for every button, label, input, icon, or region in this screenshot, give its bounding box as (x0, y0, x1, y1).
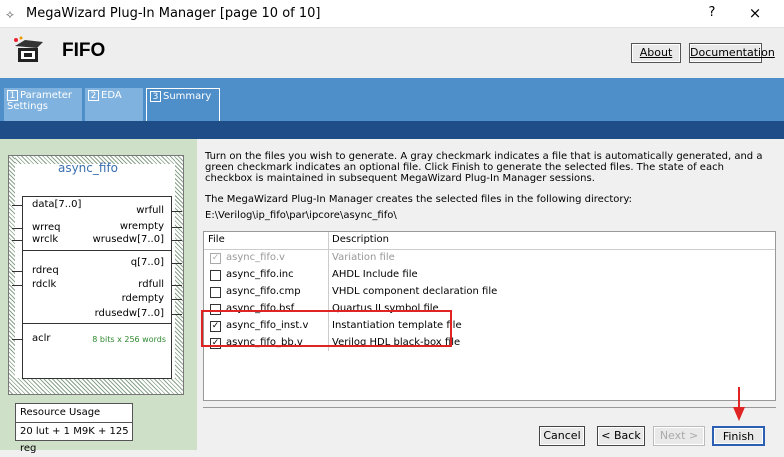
input-pin (12, 271, 22, 272)
output-pin (172, 299, 182, 300)
tab-number: 2 (88, 90, 99, 101)
resource-usage-title: Resource Usage (20, 407, 101, 418)
file-description: AHDL Include file (332, 269, 418, 280)
highlight-annotation (201, 310, 452, 347)
directory-label: The MegaWizard Plug-In Manager creates t… (205, 194, 633, 205)
file-row: ✓ async_fifo.v Variation file (204, 250, 775, 267)
tab-eda[interactable]: 2 EDA (85, 88, 143, 121)
port-label: q[7..0] (130, 257, 164, 268)
wizard-header: FIFO About Documentation (0, 28, 784, 78)
close-button[interactable]: × (742, 4, 768, 22)
description-column-header[interactable]: Description (328, 232, 389, 249)
output-directory: E:\Verilog\ip_fifo\par\ipcore\async_fifo… (205, 210, 397, 221)
file-column-header[interactable]: File (204, 232, 225, 249)
tab-content-strip (0, 121, 784, 139)
output-pin (172, 285, 182, 286)
about-button[interactable]: About (631, 43, 681, 63)
file-name: async_fifo.cmp (226, 286, 301, 297)
file-name: async_fifo.v (226, 252, 285, 263)
output-pin (172, 211, 182, 212)
port-label: aclr (32, 333, 51, 344)
input-pin (12, 205, 22, 206)
hatch-border (175, 156, 183, 394)
hatch-border (9, 156, 15, 394)
port-label: wrfull (136, 205, 164, 216)
symbol-divider (22, 323, 172, 324)
input-pin (12, 240, 22, 241)
port-label: wrclk (32, 234, 59, 245)
port-label: rdfull (138, 279, 164, 290)
output-pin (172, 227, 182, 228)
documentation-label: Documentation (690, 46, 775, 59)
window-title: MegaWizard Plug-In Manager [page 10 of 1… (26, 6, 321, 21)
help-button[interactable]: ? (700, 5, 724, 20)
about-label: About (639, 46, 673, 59)
output-pin (172, 314, 182, 315)
documentation-button[interactable]: Documentation (689, 43, 775, 63)
tab-parameter-settings[interactable]: 1 Parameter Settings (4, 88, 82, 121)
file-checkbox[interactable] (210, 270, 221, 281)
port-label: data[7..0] (32, 199, 82, 210)
file-checkbox[interactable] (210, 287, 221, 298)
port-label: rdreq (32, 265, 59, 276)
port-label: rdempty (121, 293, 164, 304)
input-pin (12, 228, 22, 229)
file-description: VHDL component declaration file (332, 286, 498, 297)
tab-label: Summary (163, 91, 212, 102)
file-row: async_fifo.cmp VHDL component declaratio… (204, 284, 775, 301)
file-description: Variation file (332, 252, 395, 263)
resource-usage-box: Resource Usage 20 lut + 1 M9K + 125 reg (15, 403, 133, 454)
tab-summary[interactable]: 3 Summary (146, 88, 220, 121)
tab-label: EDA (101, 90, 122, 101)
port-label: wrreq (32, 222, 61, 233)
back-button[interactable]: < Back (597, 426, 645, 446)
size-note: 8 bits x 256 words (92, 335, 166, 344)
file-name: async_fifo.inc (226, 269, 294, 280)
cancel-button[interactable]: Cancel (539, 426, 585, 446)
input-pin (12, 339, 22, 340)
title-bar: ⟡ MegaWizard Plug-In Manager [page 10 of… (0, 0, 784, 28)
summary-instructions: Turn on the files you wish to generate. … (205, 151, 763, 184)
file-row: async_fifo.inc AHDL Include file (204, 267, 775, 284)
megafunction-title: FIFO (62, 40, 106, 61)
next-button[interactable]: Next > (653, 426, 705, 446)
finish-button[interactable]: Finish (712, 426, 765, 446)
app-icon: ⟡ (6, 7, 14, 21)
hatch-border (9, 378, 183, 394)
button-divider (203, 407, 776, 408)
port-label: wrempty (119, 221, 164, 232)
port-label: rdclk (32, 279, 57, 290)
port-label: rdusedw[7..0] (94, 308, 164, 319)
megawizard-logo-icon (14, 36, 43, 62)
symbol-divider (22, 250, 172, 251)
symbol-name: async_fifo (57, 161, 119, 175)
tab-number: 1 (7, 90, 18, 101)
output-pin (172, 263, 182, 264)
red-arrow-annotation-icon (733, 387, 745, 421)
file-checkbox: ✓ (210, 253, 221, 264)
input-pin (12, 285, 22, 286)
tab-number: 3 (150, 91, 161, 102)
resource-usage-value: 20 lut + 1 M9K + 125 reg (16, 422, 132, 454)
port-label: wrusedw[7..0] (92, 234, 164, 245)
summary-pane: Turn on the files you wish to generate. … (197, 139, 784, 450)
symbol-pane: async_fifo data[7..0] wrreq wrclk wrfull… (0, 139, 197, 454)
output-pin (172, 240, 182, 241)
wizard-tabs: 1 Parameter Settings 2 EDA 3 Summary (0, 78, 784, 121)
